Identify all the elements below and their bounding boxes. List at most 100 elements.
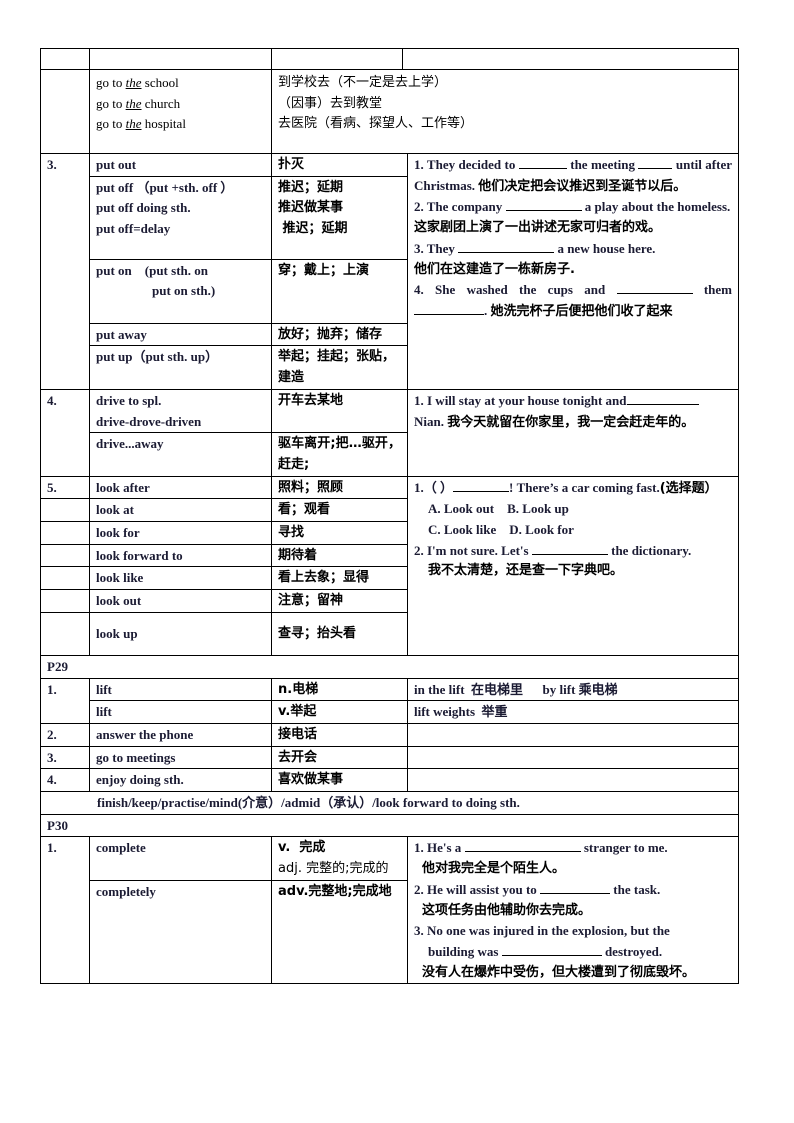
- phrase: put on sth.): [152, 283, 216, 299]
- section-number: 3.: [40, 745, 90, 770]
- section-number: 5.: [40, 475, 90, 500]
- meaning: 去开会: [271, 745, 408, 770]
- phrase-cell: put on (put sth. on put on sth.): [89, 258, 272, 324]
- phrase: drive-drove-driven: [96, 413, 202, 429]
- meaning: 接电话: [271, 722, 408, 747]
- empty-cell: [407, 722, 739, 747]
- table-row: 2. answer the phone 接电话: [40, 722, 739, 747]
- example-3-translation: 他们在这建造了一栋新房子.: [414, 261, 575, 277]
- phrase: look like: [89, 566, 272, 591]
- empty-cell: [40, 611, 90, 656]
- phrase: look for: [89, 521, 272, 545]
- table-row: 1. lift n.电梯 in the lift 在电梯里 by lift 乘电…: [40, 677, 739, 724]
- meaning: 看上去象；显得: [271, 566, 408, 591]
- option-b: B. Look up: [507, 501, 569, 517]
- phrase: look forward to: [89, 543, 272, 568]
- section-header-row: P30: [40, 813, 739, 838]
- example-1: 1. He's a stranger to me.: [414, 840, 668, 856]
- meaning-cell: 推迟；延期 推迟做某事 推迟；延期: [271, 175, 408, 260]
- empty-cell: [40, 69, 90, 154]
- vocab-table: 3. put out 扑灭 1. They decided to the mee…: [40, 153, 739, 985]
- phrase: enjoy doing sth.: [89, 768, 272, 793]
- phrase: lift: [89, 700, 272, 724]
- intro-meanings-cell: 到学校去（不一定是去上学） （因事）去到教堂 去医院（看病、探望人、工作等）: [271, 69, 739, 154]
- empty-cell: [89, 48, 272, 70]
- empty-cell: [40, 566, 90, 591]
- phrase: go to meetings: [89, 745, 272, 770]
- example-3: 3. No one was injured in the explosion, …: [414, 923, 670, 939]
- phrase-go-to-school: go to the school: [96, 75, 179, 90]
- phrase: put off （put +sth. off ）: [96, 179, 234, 195]
- meaning: （因事）去到教堂: [278, 95, 383, 111]
- meaning: 喜欢做某事: [271, 768, 408, 793]
- phrase: put off=delay: [96, 221, 171, 237]
- option-c: C. Look like: [428, 522, 497, 538]
- table-row: 1. complete v. 完成 adj. 完整的;完成的 1. He's a…: [40, 836, 739, 985]
- meaning: 穿；戴上；上演: [271, 258, 408, 324]
- meaning: 看；观看: [271, 498, 408, 523]
- table-row: 4. enjoy doing sth. 喜欢做某事: [40, 768, 739, 793]
- phrase: look up: [89, 611, 272, 656]
- examples-cell: 1. He's a stranger to me. 他对我完全是个陌生人。 2.…: [407, 836, 739, 985]
- examples-cell: 1. They decided to the meeting until aft…: [407, 153, 739, 390]
- section-number: 1.: [40, 677, 90, 724]
- table-row: 4. drive to spl. drive-drove-driven 开车去某…: [40, 388, 739, 477]
- meaning: 推迟做某事: [278, 200, 344, 216]
- example-1: 1. They decided to the meeting until aft…: [414, 157, 733, 194]
- meaning: 放好；抛弃；储存: [271, 322, 408, 347]
- empty-cell: [271, 48, 403, 70]
- examples-cell: 1. I will stay at your house tonight and…: [407, 388, 739, 477]
- section-number: 3.: [40, 153, 90, 390]
- note: in the lift 在电梯里 by lift 乘电梯: [407, 677, 739, 702]
- option-d: D. Look for: [509, 522, 574, 538]
- meaning: 查寻；抬头看: [271, 611, 408, 656]
- note: lift weights 举重: [407, 700, 739, 724]
- table-row: lift v.举起 lift weights 举重: [41, 700, 739, 724]
- meaning: v.举起: [271, 700, 408, 724]
- meaning: 扑灭: [271, 153, 408, 177]
- phrase-cell: drive to spl. drive-drove-driven: [89, 388, 272, 434]
- meaning: 注意；留神: [271, 589, 408, 613]
- document-page: go to the school go to the church go to …: [0, 0, 794, 1123]
- example-1-translation: 他对我完全是个陌生人。: [422, 861, 566, 877]
- meaning: 推迟；延期: [278, 221, 348, 237]
- phrase: complete: [89, 836, 272, 882]
- example-1-cont: Nian. 我今天就留在你家里，我一定会赶走年的。: [414, 413, 695, 430]
- meaning: 去医院（看病、探望人、工作等）: [278, 116, 474, 132]
- example-2-translation: 这项任务由他辅助你去完成。: [422, 902, 592, 918]
- example-2-translation: 我不太清楚，还是查一下字典吧。: [428, 563, 624, 579]
- intro-row: go to the school go to the church go to …: [40, 69, 739, 154]
- meaning: 到学校去（不一定是去上学）: [278, 75, 448, 90]
- section-number: 4.: [40, 388, 90, 477]
- meaning: 开车去某地: [271, 388, 408, 434]
- footnote-row: finish/keep/practise/mind(介意）/admid（承认）/…: [40, 791, 739, 815]
- example-3: 3. They a new house here.: [414, 240, 656, 256]
- example-2: 2. He will assist you to the task.: [414, 881, 661, 897]
- phrase: answer the phone: [89, 722, 272, 747]
- example-2-translation: 这家剧团上演了一出讲述无家可归者的戏。: [414, 220, 662, 236]
- example-4: 4. She washed the cups and them . 她洗完杯子后…: [414, 282, 732, 319]
- phrase: drive...away: [89, 432, 272, 477]
- empty-cell: [407, 745, 739, 770]
- empty-cell: [40, 589, 90, 613]
- table-row: 3. put out 扑灭 1. They decided to the mee…: [40, 153, 739, 390]
- option-a: A. Look out: [428, 501, 495, 517]
- header-row: [40, 48, 739, 70]
- meaning-cell: v. 完成 adj. 完整的;完成的: [271, 836, 408, 882]
- phrase-cell: put off （put +sth. off ） put off doing s…: [89, 175, 272, 260]
- phrase: put off doing sth.: [96, 200, 191, 216]
- empty-cell: [402, 48, 739, 70]
- phrase-go-to-hospital: go to the hospital: [96, 116, 186, 132]
- phrase: completely: [89, 880, 272, 985]
- example-3-translation: 没有人在爆炸中受伤，但大楼遭到了彻底毁坏。: [422, 964, 696, 980]
- intro-phrases-cell: go to the school go to the church go to …: [89, 69, 272, 154]
- meaning: 寻找: [271, 521, 408, 545]
- page-label-p30: P30: [40, 813, 739, 838]
- phrase: look at: [89, 498, 272, 523]
- gerund-verbs-note: finish/keep/practise/mind(介意）/admid（承认）/…: [40, 791, 739, 815]
- options-row-2: C. Look like D. Look for: [414, 520, 732, 541]
- phrase: look after: [89, 475, 272, 500]
- meaning: v. 完成: [278, 840, 326, 856]
- phrase: drive to spl.: [96, 392, 162, 408]
- meaning: 举起；挂起；张贴，建造: [271, 345, 408, 390]
